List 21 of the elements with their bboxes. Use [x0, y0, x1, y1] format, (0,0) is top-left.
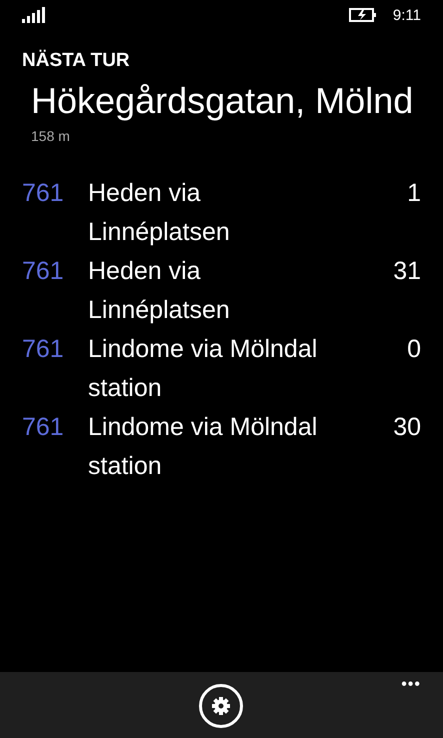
minutes-left: 30: [392, 412, 421, 443]
route-number: 761: [22, 178, 65, 209]
app-title: NÄSTA TUR: [21, 48, 131, 72]
route-number: 761: [22, 412, 65, 443]
status-time: 9:11: [392, 6, 421, 24]
minutes-left: 0: [406, 334, 421, 365]
minutes-left: 1: [406, 178, 421, 209]
destination: Heden via Linnéplatsen: [88, 256, 231, 326]
more-button[interactable]: •••: [397, 674, 425, 696]
destination: Lindome via Mölndal station: [88, 334, 318, 404]
stop-name: Hökegårdsgatan, Mölnd: [31, 80, 414, 121]
route-number: 761: [22, 256, 65, 287]
signal-icon: [22, 7, 48, 23]
settings-icon: [211, 696, 231, 716]
destination: Lindome via Mölndal station: [88, 412, 318, 482]
minutes-left: 31: [392, 256, 421, 287]
settings-button[interactable]: [199, 684, 243, 728]
distance-label: 158 m: [30, 127, 71, 144]
route-number: 761: [22, 334, 65, 365]
destination: Heden via Linnéplatsen: [88, 178, 231, 248]
battery-icon: [348, 8, 377, 22]
